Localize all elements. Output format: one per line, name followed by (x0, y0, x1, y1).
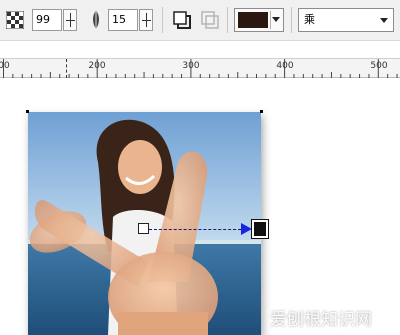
watermark: 爱刨根知识网 (270, 310, 372, 330)
blend-mode-value: 乘 (304, 13, 315, 26)
ruler-label: 300 (182, 61, 200, 71)
shadow-start-handle[interactable] (138, 223, 149, 234)
ruler-label: 400 (276, 61, 294, 71)
drop-shadow-outward-icon[interactable] (171, 9, 193, 31)
transparency-checker-icon (5, 10, 25, 30)
feather-input[interactable]: 15 (108, 9, 138, 31)
selection-handle[interactable] (260, 110, 263, 113)
ruler-position-marker (66, 59, 67, 78)
ruler-ticks (3, 59, 398, 78)
toolbar-divider (162, 7, 163, 33)
toolbar-divider (227, 7, 228, 33)
shadow-end-arrow-icon[interactable] (241, 223, 252, 235)
property-toolbar: 99 15 乘 (0, 0, 400, 41)
horizontal-ruler[interactable]: 00 200 300 400 500 (0, 58, 400, 78)
chevron-down-icon (272, 17, 280, 22)
feather-spinner[interactable] (139, 9, 153, 31)
ruler-label: 200 (88, 61, 106, 71)
shadow-direction-line (149, 229, 241, 230)
chevron-down-icon (380, 18, 388, 23)
shadow-color-picker[interactable] (234, 8, 284, 32)
color-picker-separator (270, 11, 271, 29)
blend-mode-select[interactable]: 乘 (298, 8, 394, 32)
shadow-color-swatch (238, 12, 268, 28)
shadow-opacity-slider-handle[interactable] (251, 219, 269, 239)
ruler-label: 500 (370, 61, 388, 71)
drop-shadow-inner-icon[interactable] (199, 9, 221, 31)
feather-icon (90, 10, 102, 30)
opacity-input[interactable]: 99 (32, 9, 62, 31)
ruler-label: 00 (0, 61, 10, 71)
opacity-spinner[interactable] (63, 9, 77, 31)
selection-handle[interactable] (26, 110, 29, 113)
toolbar-divider (291, 7, 292, 33)
